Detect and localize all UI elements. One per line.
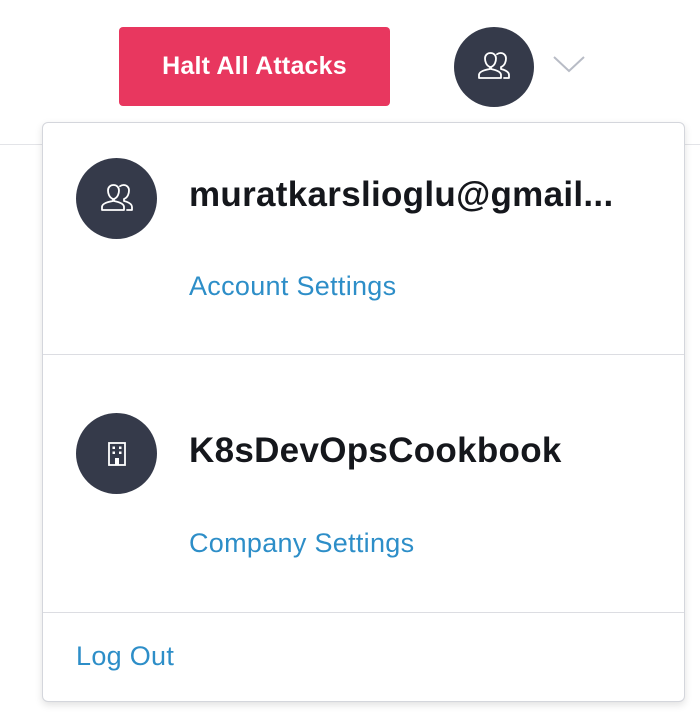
page: Halt All Attacks muratkarslioglu@gmail..… <box>0 0 700 718</box>
user-group-icon <box>478 52 510 79</box>
user-avatar-button[interactable] <box>454 27 534 107</box>
account-menu-toggle[interactable] <box>551 52 587 76</box>
section-divider <box>43 612 684 613</box>
company-settings-link[interactable]: Company Settings <box>189 528 414 559</box>
company-avatar <box>76 413 157 494</box>
user-group-icon <box>100 183 133 211</box>
company-name: K8sDevOpsCookbook <box>189 431 562 470</box>
account-dropdown-menu: muratkarslioglu@gmail... Account Setting… <box>42 122 685 702</box>
chevron-down-icon <box>553 56 585 73</box>
account-settings-link[interactable]: Account Settings <box>189 271 396 302</box>
section-divider <box>43 354 684 355</box>
log-out-link[interactable]: Log Out <box>76 641 174 672</box>
account-email: muratkarslioglu@gmail... <box>189 175 614 214</box>
halt-all-attacks-button[interactable]: Halt All Attacks <box>119 27 390 106</box>
account-avatar <box>76 158 157 239</box>
building-icon <box>107 441 126 466</box>
